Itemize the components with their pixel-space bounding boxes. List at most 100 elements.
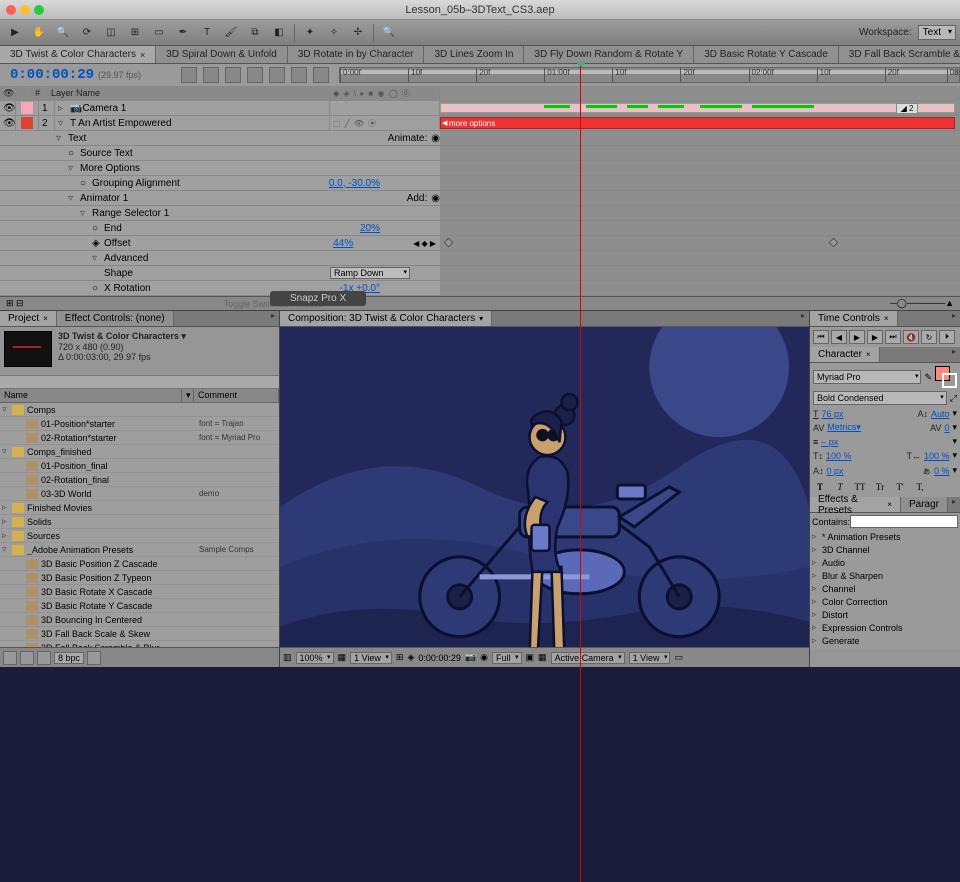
project-item[interactable]: 01-Position*starterfont = Trajan xyxy=(0,417,279,431)
local-axis-icon[interactable]: ✦ xyxy=(299,23,321,43)
pen-tool-icon[interactable]: ✒ xyxy=(172,23,194,43)
prop-value[interactable]: 0.0, -30.0% xyxy=(329,178,380,189)
prop-group[interactable]: Text xyxy=(68,133,86,144)
new-folder-icon[interactable] xyxy=(20,651,34,665)
project-item[interactable]: 02-Rotation_final xyxy=(0,473,279,487)
font-size[interactable]: 76 px xyxy=(822,409,844,419)
tab-character[interactable]: Character× xyxy=(810,347,880,362)
allcaps-icon[interactable]: TT xyxy=(853,480,867,494)
delete-icon[interactable] xyxy=(87,651,101,665)
res-half-icon[interactable]: ▦ xyxy=(338,652,347,663)
tab-project[interactable]: Project× xyxy=(0,311,57,326)
superscript-icon[interactable]: T' xyxy=(893,480,907,494)
add-menu-icon[interactable]: ◉ xyxy=(431,193,440,204)
fill-stroke-swatch[interactable] xyxy=(935,366,957,388)
project-item[interactable]: 3D Fall Back Scale & Skew xyxy=(0,627,279,641)
tab-composition[interactable]: Composition: 3D Twist & Color Characters… xyxy=(280,311,492,326)
effects-category[interactable]: ▹Distort xyxy=(812,608,958,621)
project-item[interactable]: 3D Basic Rotate Y Cascade xyxy=(0,599,279,613)
column-header[interactable]: Name xyxy=(0,389,182,402)
current-timecode[interactable]: 0:00:00:29 xyxy=(10,67,94,83)
effects-category[interactable]: ▹Channel xyxy=(812,582,958,595)
channel-icon[interactable]: ◉ xyxy=(480,652,488,663)
subscript-icon[interactable]: T, xyxy=(913,480,927,494)
brush-tool-icon[interactable]: 🖌 xyxy=(220,23,242,43)
timeline-option-icon[interactable] xyxy=(225,67,241,83)
project-tree[interactable]: ▿Comps01-Position*starterfont = Trajan 02… xyxy=(0,403,279,647)
prop-group[interactable]: Range Selector 1 xyxy=(92,208,169,219)
toggle-switches-button[interactable]: ⊞ ⊟ xyxy=(6,298,24,309)
project-item[interactable]: 3D Basic Position Z Cascade xyxy=(0,557,279,571)
zoom-slider[interactable]: ─◯──────▲ xyxy=(890,298,954,309)
timeline-option-icon[interactable] xyxy=(181,67,197,83)
rotate-tool-icon[interactable]: ⟳ xyxy=(76,23,98,43)
pixel-aspect-icon[interactable]: ▭ xyxy=(674,652,683,663)
bpc-button[interactable]: 8 bpc xyxy=(54,652,84,664)
swap-colors-icon[interactable]: ⤢ xyxy=(950,393,957,404)
project-search[interactable] xyxy=(0,375,279,389)
effects-category[interactable]: ▹Audio xyxy=(812,556,958,569)
interpret-footage-icon[interactable] xyxy=(3,651,17,665)
workspace-select[interactable]: Text xyxy=(918,25,956,40)
project-item[interactable]: ▿Comps xyxy=(0,403,279,417)
shape-dropdown[interactable]: Ramp Down xyxy=(330,267,410,279)
pan-behind-tool-icon[interactable]: ⊞ xyxy=(124,23,146,43)
add-button[interactable]: Add: xyxy=(407,193,428,204)
prop-value[interactable]: 20% xyxy=(360,223,380,234)
timeline-option-icon[interactable] xyxy=(269,67,285,83)
stroke-width[interactable]: – px xyxy=(821,437,838,447)
animate-menu-icon[interactable]: ◉ xyxy=(431,133,440,144)
shape-tool-icon[interactable]: ▭ xyxy=(148,23,170,43)
project-item[interactable]: ▹Solids xyxy=(0,515,279,529)
comp-tab[interactable]: 3D Rotate in by Character xyxy=(288,46,425,63)
viewcount-select[interactable]: 1 View xyxy=(629,652,671,664)
time-ruler[interactable]: 0:00f 10f 20f 01:00f 10f 20f 02:00f 10f … xyxy=(339,67,960,83)
faux-bold-icon[interactable]: T xyxy=(813,480,827,494)
effects-category[interactable]: ▹Expression Controls xyxy=(812,621,958,634)
project-item[interactable]: ▿Comps_finished xyxy=(0,445,279,459)
prop-group[interactable]: More Options xyxy=(80,163,140,174)
smallcaps-icon[interactable]: Tr xyxy=(873,480,887,494)
view-layout-select[interactable]: 1 View xyxy=(350,652,392,664)
panel-menu-icon[interactable]: ▸ xyxy=(948,311,960,326)
project-item[interactable]: 3D Basic Position Z Typeon xyxy=(0,571,279,585)
comp-tab[interactable]: 3D Spiral Down & Unfold xyxy=(156,46,288,63)
prop-group[interactable]: Animator 1 xyxy=(80,193,128,204)
hand-tool-icon[interactable]: ✋ xyxy=(28,23,50,43)
comp-tab[interactable]: 3D Fly Down Random & Rotate Y xyxy=(524,46,694,63)
text-tool-icon[interactable]: T xyxy=(196,23,218,43)
project-item[interactable]: ▹Finished Movies xyxy=(0,501,279,515)
zoom-tool-icon[interactable]: 🔍 xyxy=(52,23,74,43)
vscale[interactable]: 100 % xyxy=(826,451,852,461)
panel-menu-icon[interactable]: ▸ xyxy=(948,497,960,512)
snapshot-icon[interactable]: 📷 xyxy=(465,652,476,663)
prev-frame-icon[interactable]: ◀ xyxy=(831,330,847,344)
resolution-select[interactable]: Full xyxy=(492,652,522,664)
world-axis-icon[interactable]: ✧ xyxy=(323,23,345,43)
kerning[interactable]: Metrics▾ xyxy=(827,422,861,433)
layer-color-swatch[interactable] xyxy=(21,102,33,114)
comp-tab[interactable]: 3D Basic Rotate Y Cascade xyxy=(694,46,839,63)
prop-value[interactable]: 44% xyxy=(333,238,353,249)
panel-menu-icon[interactable]: ▸ xyxy=(267,311,279,326)
column-header[interactable]: Comment xyxy=(194,389,279,402)
selected-comp-name[interactable]: 3D Twist & Color Characters ▾ xyxy=(58,331,186,342)
visibility-toggle[interactable]: 👁 xyxy=(0,116,16,130)
effects-category[interactable]: ▹Blur & Sharpen xyxy=(812,569,958,582)
prop-group[interactable]: Advanced xyxy=(104,253,148,264)
camera-tool-icon[interactable]: ◫ xyxy=(100,23,122,43)
effects-search-input[interactable] xyxy=(850,515,958,528)
tracking[interactable]: 0 xyxy=(944,423,949,433)
comp-tab[interactable]: 3D Lines Zoom In xyxy=(424,46,524,63)
tab-effect-controls[interactable]: Effect Controls: (none) xyxy=(57,311,174,326)
play-icon[interactable]: ▶ xyxy=(849,330,865,344)
zoom-select[interactable]: 100% xyxy=(296,652,334,664)
transparency-icon[interactable]: ▦ xyxy=(538,652,547,663)
project-item[interactable]: 3D Bouncing In Centered xyxy=(0,613,279,627)
eraser-tool-icon[interactable]: ◧ xyxy=(268,23,290,43)
camera-select[interactable]: Active Camera xyxy=(551,652,625,664)
project-item[interactable]: 01-Position_final xyxy=(0,459,279,473)
panel-menu-icon[interactable]: ▸ xyxy=(948,347,960,362)
new-comp-icon[interactable] xyxy=(37,651,51,665)
layer-bar[interactable] xyxy=(440,103,955,113)
